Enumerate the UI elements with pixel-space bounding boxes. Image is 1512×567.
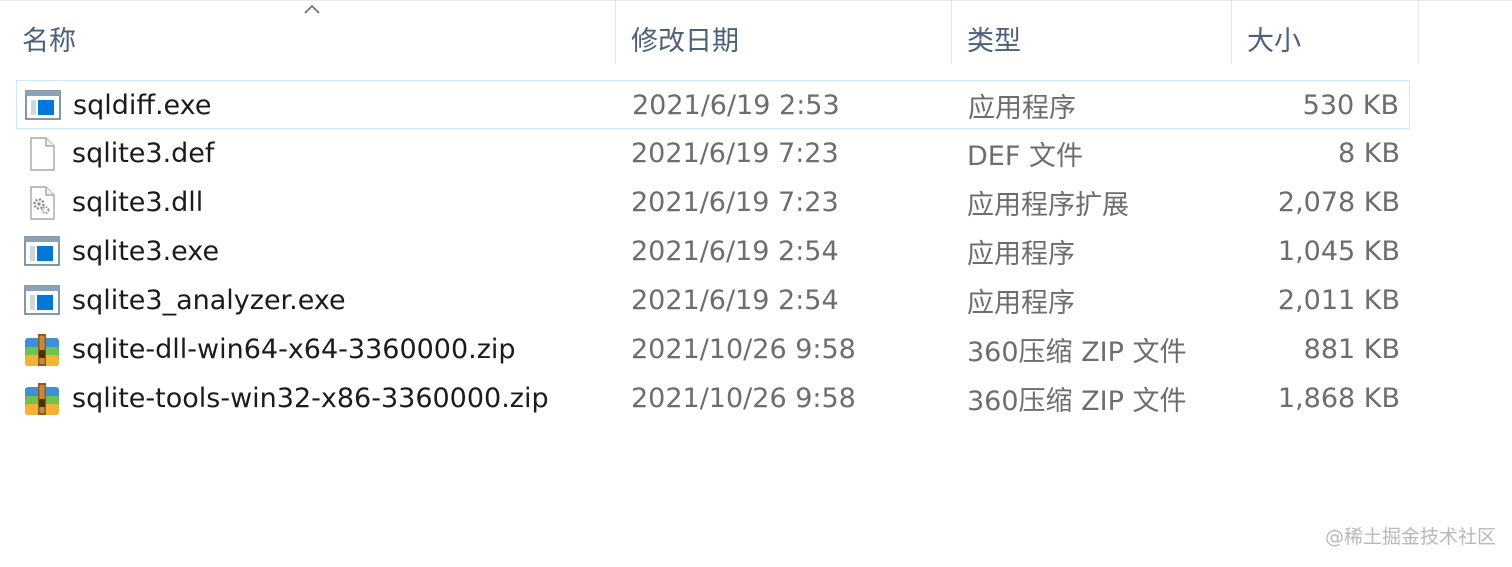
file-name: sqlite-tools-win32-x86-3360000.zip: [72, 383, 549, 414]
file-size: 2,078 KB: [1277, 187, 1400, 218]
file-name: sqldiff.exe: [73, 90, 212, 121]
column-header-bar: 名称 修改日期 类型 大小: [0, 0, 1512, 76]
file-date-modified: 2021/6/19 2:54: [631, 285, 839, 316]
file-name: sqlite3.dll: [72, 187, 204, 218]
file-type: 应用程序: [967, 288, 1075, 319]
file-size: 1,868 KB: [1277, 383, 1400, 414]
column-header-date-modified[interactable]: 修改日期: [631, 0, 951, 76]
file-size: 8 KB: [1338, 138, 1400, 169]
zip-archive-icon: [25, 334, 59, 366]
file-type: 360压缩 ZIP 文件: [967, 386, 1187, 417]
blank-document-icon: [30, 137, 55, 171]
exe-app-icon: [25, 90, 61, 120]
exe-app-icon: [24, 236, 60, 266]
watermark-text: @稀土掘金技术社区: [1324, 526, 1496, 548]
file-explorer-details-view: 名称 修改日期 类型 大小 sqldiff.exe 2021/6/19 2:53…: [0, 0, 1512, 567]
column-divider[interactable]: [1418, 0, 1419, 64]
file-date-modified: 2021/10/26 9:58: [631, 383, 856, 414]
zip-archive-icon: [25, 383, 59, 415]
file-row[interactable]: sqlite3.def 2021/6/19 7:23 DEF 文件 8 KB: [16, 129, 1410, 178]
file-date-modified: 2021/6/19 2:53: [632, 90, 840, 121]
file-name: sqlite3.def: [72, 138, 215, 169]
exe-app-icon: [24, 285, 60, 315]
file-type: 应用程序: [967, 239, 1075, 270]
column-header-type-label: 类型: [967, 25, 1021, 57]
file-name: sqlite3.exe: [72, 236, 220, 267]
file-type: 应用程序扩展: [967, 190, 1129, 221]
file-row[interactable]: sqlite3.dll 2021/6/19 7:23 应用程序扩展 2,078 …: [16, 178, 1410, 227]
column-header-date-label: 修改日期: [631, 25, 739, 57]
file-date-modified: 2021/6/19 2:54: [631, 236, 839, 267]
file-name: sqlite3_analyzer.exe: [72, 285, 346, 316]
file-size: 1,045 KB: [1277, 236, 1400, 267]
column-divider[interactable]: [951, 0, 952, 64]
file-type: 应用程序: [968, 93, 1076, 124]
column-header-type[interactable]: 类型: [967, 0, 1231, 76]
file-row[interactable]: sqlite-dll-win64-x64-3360000.zip 2021/10…: [16, 325, 1410, 374]
file-type: 360压缩 ZIP 文件: [967, 337, 1187, 368]
dll-gear-document-icon: [30, 186, 55, 220]
file-row[interactable]: sqlite3_analyzer.exe 2021/6/19 2:54 应用程序…: [16, 276, 1410, 325]
file-date-modified: 2021/6/19 7:23: [631, 138, 839, 169]
file-row[interactable]: sqlite-tools-win32-x86-3360000.zip 2021/…: [16, 374, 1410, 423]
file-size: 530 KB: [1302, 90, 1399, 121]
column-divider[interactable]: [1231, 0, 1232, 64]
column-header-size[interactable]: 大小: [1247, 0, 1417, 76]
file-size: 881 KB: [1303, 334, 1400, 365]
file-date-modified: 2021/10/26 9:58: [631, 334, 856, 365]
column-divider[interactable]: [615, 0, 616, 64]
file-date-modified: 2021/6/19 7:23: [631, 187, 839, 218]
file-row[interactable]: sqlite3.exe 2021/6/19 2:54 应用程序 1,045 KB: [16, 227, 1410, 276]
column-header-name-label: 名称: [22, 25, 76, 57]
file-name: sqlite-dll-win64-x64-3360000.zip: [72, 334, 516, 365]
column-header-name[interactable]: 名称: [22, 0, 614, 76]
file-size: 2,011 KB: [1277, 285, 1400, 316]
file-type: DEF 文件: [967, 141, 1083, 172]
file-row[interactable]: sqldiff.exe 2021/6/19 2:53 应用程序 530 KB: [16, 80, 1410, 129]
column-header-size-label: 大小: [1247, 25, 1301, 57]
